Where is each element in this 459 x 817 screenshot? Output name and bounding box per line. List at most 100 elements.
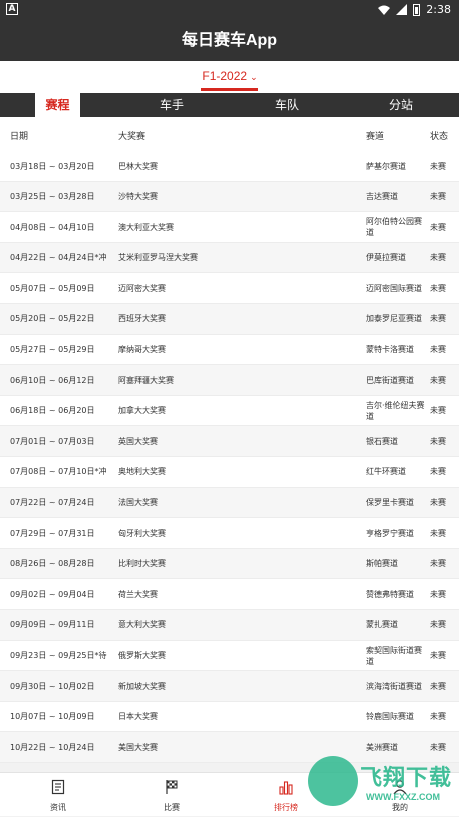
row-status: 未赛 <box>430 651 446 660</box>
table-row[interactable]: 07月01日 ~ 07月03日 英国大奖赛 银石赛道 未赛 <box>0 426 459 457</box>
row-circuit: 索契国际街道赛道 <box>366 645 422 666</box>
row-status: 未赛 <box>430 161 446 171</box>
table-header: 日期 大奖赛 赛道 状态 <box>0 117 459 151</box>
row-circuit: 迈阿密国际赛道 <box>366 283 422 293</box>
tab-rounds[interactable]: 分站 <box>375 93 427 117</box>
tab-schedule[interactable]: 赛程 <box>35 93 80 117</box>
row-circuit: 亨格罗宁赛道 <box>366 528 414 538</box>
table-row[interactable]: 04月22日 ~ 04月24日*冲 艾米利亚罗马涅大奖赛 伊莫拉赛道 未赛 <box>0 242 459 274</box>
tab-teams[interactable]: 车队 <box>261 93 313 117</box>
row-grand-prix: 沙特大奖赛 <box>118 192 158 202</box>
table-row[interactable]: 04月08日 ~ 04月10日 澳大利亚大奖赛 阿尔伯特公园赛道 未赛 <box>0 212 459 243</box>
row-date: 09月30日 ~ 10月02日 <box>10 681 95 691</box>
row-status: 未赛 <box>430 589 446 599</box>
row-date: 09月09日 ~ 09月11日 <box>10 620 95 630</box>
document-icon <box>51 779 65 795</box>
watermark-logo-icon <box>308 756 358 806</box>
table-row[interactable]: 09月23日 ~ 09月25日*待 俄罗斯大奖赛 索契国际街道赛道 未赛 <box>0 640 459 672</box>
clock: 2:38 <box>426 3 451 16</box>
row-circuit: 吉尔·维伦纽夫赛道 <box>366 400 425 421</box>
row-circuit: 滨海湾街道赛道 <box>366 681 422 691</box>
row-date: 05月07日 ~ 05月09日 <box>10 283 95 293</box>
row-circuit: 蒙扎赛道 <box>366 620 398 630</box>
nav-label: 资讯 <box>50 803 66 812</box>
table-row[interactable]: 09月09日 ~ 09月11日 意大利大奖赛 蒙扎赛道 未赛 <box>0 609 459 641</box>
table-row[interactable]: 08月26日 ~ 08月28日 比利时大奖赛 斯帕赛道 未赛 <box>0 548 459 580</box>
season-bar: F1-2022 ⌄ <box>0 61 459 93</box>
row-status: 未赛 <box>430 436 446 446</box>
checkered-flag-icon <box>166 780 178 794</box>
table-row[interactable]: 09月30日 ~ 10月02日 新加坡大奖赛 滨海湾街道赛道 未赛 <box>0 671 459 702</box>
tab-drivers[interactable]: 车手 <box>146 93 198 117</box>
row-circuit: 红牛环赛道 <box>366 467 406 477</box>
row-circuit: 巴库街道赛道 <box>366 375 414 385</box>
row-date: 04月22日 ~ 04月24日*冲 <box>10 253 107 263</box>
row-circuit: 蒙特卡洛赛道 <box>366 345 414 355</box>
row-date: 07月29日 ~ 07月31日 <box>10 528 95 538</box>
row-date: 06月18日 ~ 06月20日 <box>10 406 95 416</box>
row-status: 未赛 <box>430 375 446 385</box>
row-circuit: 铃鹿国际赛道 <box>366 712 414 722</box>
row-date: 09月02日 ~ 09月04日 <box>10 589 95 599</box>
row-circuit: 斯帕赛道 <box>366 559 398 569</box>
row-grand-prix: 俄罗斯大奖赛 <box>118 651 166 660</box>
table-row[interactable]: 06月18日 ~ 06月20日 加拿大大奖赛 吉尔·维伦纽夫赛道 未赛 <box>0 395 459 427</box>
table-row[interactable]: 07月08日 ~ 07月10日*冲 奥地利大奖赛 红牛环赛道 未赛 <box>0 456 459 488</box>
row-circuit: 萨基尔赛道 <box>366 161 406 171</box>
bar-chart-icon <box>279 781 293 795</box>
nav-race[interactable]: 比赛 <box>142 773 202 817</box>
row-grand-prix: 匈牙利大奖赛 <box>118 528 166 538</box>
row-date: 08月26日 ~ 08月28日 <box>10 559 95 569</box>
row-status: 未赛 <box>430 253 446 263</box>
row-status: 未赛 <box>430 712 446 722</box>
nav-news[interactable]: 资讯 <box>28 773 88 817</box>
row-status: 未赛 <box>430 467 446 477</box>
row-status: 未赛 <box>430 620 446 630</box>
battery-icon <box>413 3 421 16</box>
row-date: 10月22日 ~ 10月24日 <box>10 742 95 752</box>
header-status: 状态 <box>430 132 449 142</box>
table-row[interactable]: 05月07日 ~ 05月09日 迈阿密大奖赛 迈阿密国际赛道 未赛 <box>0 273 459 304</box>
row-date: 03月25日 ~ 03月28日 <box>10 192 95 202</box>
row-date: 06月10日 ~ 06月12日 <box>10 375 95 385</box>
header-circuit: 赛道 <box>366 132 385 142</box>
row-date: 07月08日 ~ 07月10日*冲 <box>10 467 107 477</box>
row-grand-prix: 新加坡大奖赛 <box>118 681 166 691</box>
row-grand-prix: 日本大奖赛 <box>118 712 158 722</box>
row-grand-prix: 奥地利大奖赛 <box>118 467 166 477</box>
row-date: 07月01日 ~ 07月03日 <box>10 436 95 446</box>
watermark-text: 飞翔下载 <box>360 766 453 791</box>
signal-icon <box>396 4 408 15</box>
notification-icon: A <box>6 3 18 15</box>
table-row[interactable]: 05月27日 ~ 05月29日 摩纳哥大奖赛 蒙特卡洛赛道 未赛 <box>0 334 459 366</box>
wifi-icon <box>378 5 391 15</box>
row-status: 未赛 <box>430 222 446 232</box>
header-date: 日期 <box>10 132 29 142</box>
row-circuit: 保罗里卡赛道 <box>366 498 414 508</box>
row-grand-prix: 法国大奖赛 <box>118 498 158 508</box>
row-grand-prix: 巴林大奖赛 <box>118 161 158 171</box>
table-row[interactable]: 10月07日 ~ 10月09日 日本大奖赛 铃鹿国际赛道 未赛 <box>0 701 459 733</box>
app-title: 每日赛车App <box>0 20 459 61</box>
row-status: 未赛 <box>430 498 446 508</box>
season-label: F1-2022 <box>202 69 248 83</box>
table-row[interactable]: 06月10日 ~ 06月12日 阿塞拜疆大奖赛 巴库街道赛道 未赛 <box>0 365 459 396</box>
row-circuit: 伊莫拉赛道 <box>366 253 406 263</box>
row-grand-prix: 迈阿密大奖赛 <box>118 283 166 293</box>
table-row[interactable]: 03月25日 ~ 03月28日 沙特大奖赛 吉达赛道 未赛 <box>0 181 459 213</box>
row-grand-prix: 比利时大奖赛 <box>118 559 166 569</box>
table-row[interactable]: 05月20日 ~ 05月22日 西班牙大奖赛 加泰罗尼亚赛道 未赛 <box>0 303 459 335</box>
table-row[interactable]: 07月22日 ~ 07月24日 法国大奖赛 保罗里卡赛道 未赛 <box>0 487 459 519</box>
nav-label: 比赛 <box>164 803 180 812</box>
table-row[interactable]: 03月18日 ~ 03月20日 巴林大奖赛 萨基尔赛道 未赛 <box>0 151 459 182</box>
schedule-list: 03月18日 ~ 03月20日 巴林大奖赛 萨基尔赛道 未赛 03月25日 ~ 03月2… <box>0 151 459 763</box>
row-date: 05月27日 ~ 05月29日 <box>10 345 95 355</box>
table-row[interactable]: 09月02日 ~ 09月04日 荷兰大奖赛 赞德弗特赛道 未赛 <box>0 579 459 610</box>
chevron-down-icon: ⌄ <box>250 72 258 82</box>
row-status: 未赛 <box>430 314 446 324</box>
row-grand-prix: 英国大奖赛 <box>118 436 158 446</box>
table-row[interactable]: 07月29日 ~ 07月31日 匈牙利大奖赛 亨格罗宁赛道 未赛 <box>0 518 459 549</box>
row-grand-prix: 阿塞拜疆大奖赛 <box>118 375 174 385</box>
row-circuit: 阿尔伯特公园赛道 <box>366 217 422 238</box>
row-grand-prix: 意大利大奖赛 <box>118 620 166 630</box>
